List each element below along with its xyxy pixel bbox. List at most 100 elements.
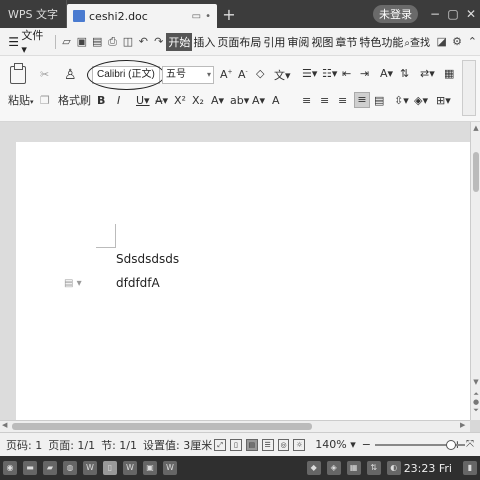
zoom-level[interactable]: 140% ▾: [315, 438, 355, 451]
justify-icon[interactable]: ≡: [354, 92, 370, 108]
login-button[interactable]: 未登录: [373, 5, 418, 23]
vertical-scrollbar[interactable]: ▲ ▼ ⏶ ● ⏷: [470, 122, 480, 420]
zoom-slider-knob[interactable]: [445, 439, 456, 450]
horizontal-scrollbar[interactable]: ◀ ▶: [0, 420, 470, 432]
app-tab[interactable]: WPS 文字: [0, 0, 67, 28]
shrink-font-icon[interactable]: A-: [238, 68, 248, 81]
char-shading-icon[interactable]: A: [272, 94, 280, 107]
tray-volume-icon[interactable]: ◐: [386, 461, 401, 475]
reading-view-icon[interactable]: ▯: [230, 438, 242, 451]
fullscreen-view-icon[interactable]: ⤢: [214, 438, 227, 451]
open-folder-icon[interactable]: ▱: [59, 35, 74, 48]
collapse-ribbon-icon[interactable]: ⌃: [465, 35, 480, 48]
fit-window-icon[interactable]: ⤧: [466, 439, 474, 450]
chinese-layout-icon[interactable]: A▾: [380, 67, 393, 80]
next-page-icon[interactable]: ⏷: [471, 406, 480, 415]
tab-review[interactable]: 审阅: [286, 34, 310, 50]
close-icon[interactable]: ✕: [462, 7, 480, 21]
tab-monitor-icon[interactable]: ▭: [192, 11, 201, 22]
search-button[interactable]: ⌕查找: [404, 34, 430, 49]
increase-indent-icon[interactable]: ⇥: [360, 67, 369, 80]
print-preview-icon[interactable]: ◫: [120, 35, 135, 48]
scroll-up-icon[interactable]: ▲: [471, 124, 480, 132]
line-spacing-icon[interactable]: ⇳▾: [394, 94, 409, 107]
grow-font-icon[interactable]: A+: [220, 68, 233, 81]
document-page[interactable]: [16, 142, 470, 420]
font-size-select[interactable]: 五号 ▾: [162, 66, 214, 84]
page-view-icon[interactable]: ▤: [245, 438, 258, 451]
notification-icon[interactable]: ▮: [463, 461, 477, 475]
zoom-slider[interactable]: [374, 439, 465, 451]
table-icon[interactable]: ▦: [444, 67, 454, 80]
paragraph-handle-icon[interactable]: ▤ ▾: [64, 278, 82, 289]
taskbar-document-icon[interactable]: ▯: [103, 461, 117, 475]
taskbar-terminal-icon[interactable]: ▣: [143, 461, 157, 475]
scroll-right-icon[interactable]: ▶: [460, 421, 465, 429]
format-painter-label[interactable]: 格式刷: [58, 92, 91, 108]
tab-special-features[interactable]: 特色功能: [358, 34, 404, 50]
highlight-icon[interactable]: ab▾: [230, 94, 249, 107]
bullets-icon[interactable]: ☰▾: [302, 67, 317, 80]
tab-view[interactable]: 视图: [310, 34, 334, 50]
tray-keyboard-icon[interactable]: ▦: [346, 461, 361, 475]
export-pdf-icon[interactable]: ▤: [89, 35, 104, 48]
bold-icon[interactable]: B: [97, 94, 105, 107]
numbering-icon[interactable]: ☷▾: [322, 67, 337, 80]
eye-protection-icon[interactable]: ☼: [293, 438, 306, 451]
align-right-icon[interactable]: ≡: [338, 94, 347, 107]
tray-network-icon[interactable]: ⇅: [366, 461, 381, 475]
decrease-indent-icon[interactable]: ⇤: [342, 67, 351, 80]
cut-icon[interactable]: ✂: [40, 68, 49, 81]
strikethrough-icon[interactable]: A̶▾: [155, 94, 168, 107]
save-icon[interactable]: ▣: [74, 35, 89, 48]
copy-icon[interactable]: ❐: [40, 94, 50, 107]
superscript-icon[interactable]: X²: [174, 94, 186, 107]
font-color-icon[interactable]: A▾: [252, 94, 265, 107]
shading-icon[interactable]: ◈▾: [414, 94, 428, 107]
underline-icon[interactable]: U▾: [136, 94, 150, 107]
undo-icon[interactable]: ↶: [136, 35, 151, 48]
paste-button[interactable]: 粘贴▾: [8, 92, 34, 108]
vertical-scroll-thumb[interactable]: [473, 152, 479, 192]
ribbon-scroll-icon[interactable]: [462, 60, 476, 116]
sort-icon[interactable]: ⇅: [400, 67, 409, 80]
pinyin-icon[interactable]: 文▾: [274, 67, 291, 83]
select-browse-icon[interactable]: ●: [471, 398, 480, 406]
zoom-out-button[interactable]: −: [362, 438, 371, 451]
show-marks-icon[interactable]: ⇄▾: [420, 67, 435, 80]
align-center-icon[interactable]: ≡: [320, 94, 329, 107]
tray-sync-icon[interactable]: ◈: [326, 461, 341, 475]
tab-insert[interactable]: 插入: [192, 34, 216, 50]
paste-icon[interactable]: [10, 63, 26, 84]
hamburger-icon[interactable]: ☰: [6, 35, 21, 49]
settings-icon[interactable]: ⚙: [449, 35, 464, 48]
text-effect-icon[interactable]: A▾: [211, 94, 224, 107]
print-icon[interactable]: ⎙: [105, 35, 120, 49]
new-tab-button[interactable]: +: [217, 5, 241, 24]
file-menu[interactable]: 文件 ▾: [21, 27, 48, 56]
horizontal-scroll-thumb[interactable]: [12, 423, 312, 430]
distribute-icon[interactable]: ▤: [374, 94, 384, 107]
clear-format-icon[interactable]: ◇: [256, 67, 264, 80]
tab-references[interactable]: 引用: [262, 34, 286, 50]
outline-view-icon[interactable]: ☰: [261, 438, 274, 451]
wps-writer-icon[interactable]: W: [83, 461, 97, 475]
taskbar-wps-icon[interactable]: W: [123, 461, 137, 475]
desktop-icon[interactable]: ▬: [23, 461, 37, 475]
align-left-icon[interactable]: ≡: [302, 94, 311, 107]
taskbar-writer2-icon[interactable]: W: [163, 461, 177, 475]
scroll-left-icon[interactable]: ◀: [2, 421, 7, 429]
redo-icon[interactable]: ↷: [151, 35, 166, 48]
borders-icon[interactable]: ⊞▾: [436, 94, 451, 107]
tab-page-layout[interactable]: 页面布局: [216, 34, 262, 50]
start-menu-icon[interactable]: ◉: [3, 461, 17, 475]
document-tab[interactable]: ceshi2.doc ▭ •: [67, 4, 217, 28]
document-line-2[interactable]: dfdfdfA: [116, 276, 160, 290]
tray-app-icon[interactable]: ◆: [306, 461, 321, 475]
skin-icon[interactable]: ◪: [434, 35, 449, 48]
document-line-1[interactable]: Sdsdsdsds: [116, 252, 179, 266]
tab-home[interactable]: 开始: [166, 32, 193, 51]
scroll-down-icon[interactable]: ▼: [471, 378, 480, 386]
format-painter-icon[interactable]: ♙: [64, 67, 77, 83]
file-manager-icon[interactable]: ▰: [43, 461, 57, 475]
